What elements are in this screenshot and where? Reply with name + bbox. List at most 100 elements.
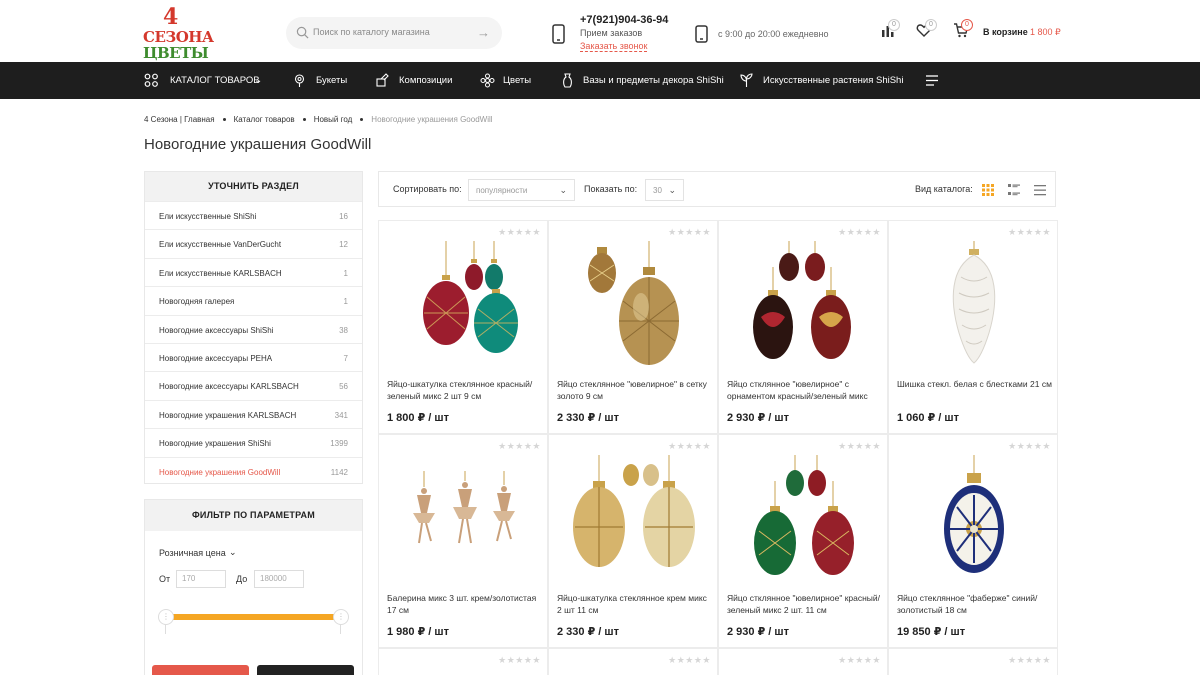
product-card[interactable]: ★★★★★ Яйцо-шкатулка стеклянное красный/з… (378, 220, 548, 434)
price-to-input[interactable]: 180000 (254, 570, 304, 588)
sort-bar: Сортировать по: популярности ⌄ Показать … (378, 171, 1056, 207)
nav-item-artificial-plants[interactable]: Искусственные растения ShiShi (763, 62, 903, 99)
chevron-down-icon[interactable]: ⌄ (254, 62, 262, 99)
product-card[interactable]: ★★★★★ Яйцо стеклянное "ювелирное" в сетк… (548, 220, 718, 434)
product-price: 1 060 ₽ / шт (897, 412, 959, 424)
product-card[interactable]: ★★★★★ Яйцо стклянное "ювелирное" красный… (718, 434, 888, 648)
product-card[interactable]: ★★★★★ (378, 648, 548, 675)
chevron-down-icon[interactable]: ⌄ (229, 547, 237, 558)
cart-label[interactable]: В корзине (983, 27, 1028, 37)
logo[interactable]: 4 СЕЗОНА ЦВЕТЫ (143, 4, 214, 62)
product-image[interactable] (729, 451, 879, 581)
sidebar-item-count: 38 (339, 325, 348, 335)
sidebar-item-label: Ели искусственные KARLSBACH (159, 268, 282, 278)
sidebar-item[interactable]: Новогодние аксессуары PEHA 7 (145, 342, 362, 371)
rating-stars: ★★★★★ (498, 655, 541, 665)
search-bar[interactable]: Поиск по каталогу магазина → (286, 17, 502, 49)
product-card[interactable]: ★★★★★ Шишка стекл. белая с блестками 21 … (888, 220, 1058, 434)
price-from-input[interactable]: 170 (176, 570, 226, 588)
search-input[interactable]: Поиск по каталогу магазина (313, 27, 430, 37)
breadcrumb-home[interactable]: 4 Сезона | Главная (144, 115, 215, 124)
product-card[interactable]: ★★★★★ Яйцо стклянное "ювелирное" с орнам… (718, 220, 888, 434)
product-name[interactable]: Яйцо стклянное "ювелирное" с орнаментом … (727, 378, 883, 402)
sidebar-item-label: Новогодняя галерея (159, 297, 235, 307)
product-card[interactable]: ★★★★★ (718, 648, 888, 675)
nav-item-bouquets[interactable]: Букеты (316, 62, 347, 99)
sidebar-item-label: Новогодние украшения GoodWill (159, 467, 281, 477)
product-name[interactable]: Яйцо стклянное "ювелирное" красный/зелен… (727, 592, 883, 616)
price-slider-track[interactable] (165, 614, 341, 620)
page-size-value: 30 (653, 186, 662, 195)
product-name[interactable]: Яйцо стеклянное "фаберже" синий/золотист… (897, 592, 1053, 616)
breadcrumb-new-year[interactable]: Новый год (314, 115, 353, 124)
phone-clock-icon (695, 25, 708, 43)
product-image[interactable] (559, 237, 709, 367)
product-price: 19 850 ₽ / шт (897, 626, 966, 638)
page-title: Новогодние украшения GoodWill (144, 136, 372, 153)
grid-view-icon[interactable] (982, 184, 994, 196)
rating-stars: ★★★★★ (838, 655, 881, 665)
cart-count: 0 (961, 19, 973, 31)
sidebar-item-count: 12 (339, 240, 348, 250)
price-slider-max-handle[interactable]: ⋮ (333, 609, 349, 625)
sort-select[interactable]: популярности ⌄ (468, 179, 575, 201)
product-image[interactable] (729, 237, 879, 367)
param-filter-title: ФИЛЬТР ПО ПАРАМЕТРАМ (145, 500, 362, 531)
sidebar-item[interactable]: Ели искусственные KARLSBACH 1 (145, 257, 362, 286)
sidebar-item-active[interactable]: Новогодние украшения GoodWill 1142 (145, 456, 362, 485)
menu-icon[interactable] (926, 75, 939, 86)
product-name[interactable]: Яйцо стеклянное "ювелирное" в сетку золо… (557, 378, 713, 402)
breadcrumb-catalog[interactable]: Каталог товаров (234, 115, 295, 124)
phone-number[interactable]: +7(921)904-36-94 (580, 14, 668, 26)
request-call-link[interactable]: Заказать звонок (580, 41, 648, 52)
product-card[interactable]: ★★★★★ (548, 648, 718, 675)
page-size-select[interactable]: 30 ⌄ (645, 179, 684, 201)
sidebar-item[interactable]: Новогодние украшения ShiShi 1399 (145, 428, 362, 456)
sidebar-item-label: Ели искусственные VanDerGucht (159, 240, 282, 250)
price-filter-toggle[interactable]: Розничная цена (159, 548, 226, 558)
nav-item-compositions[interactable]: Композиции (399, 62, 452, 99)
table-view-icon[interactable] (1034, 184, 1046, 196)
sidebar-item-count: 1142 (330, 467, 348, 477)
list-view-icon[interactable] (1008, 184, 1020, 196)
price-slider-min-handle[interactable]: ⋮ (158, 609, 174, 625)
product-name[interactable]: Яйцо-шкатулка стеклянное крем микс 2 шт … (557, 592, 713, 616)
view-mode-label: Вид каталога: (915, 184, 973, 194)
sort-value: популярности (476, 186, 528, 195)
product-name[interactable]: Шишка стекл. белая с блестками 21 см (897, 378, 1053, 390)
sidebar-item-count: 56 (339, 382, 348, 392)
breadcrumb: 4 Сезона | Главная Каталог товаров Новый г… (144, 115, 493, 124)
product-card[interactable]: ★★★★★ (888, 648, 1058, 675)
search-submit-icon[interactable]: → (477, 25, 490, 40)
product-price: 1 980 ₽ / шт (387, 626, 449, 638)
sidebar-item[interactable]: Ели искусственные ShiShi 16 (145, 201, 362, 229)
header: 4 СЕЗОНА ЦВЕТЫ Поиск по каталогу магазин… (0, 0, 1200, 62)
nav-item-flowers[interactable]: Цветы (503, 62, 531, 99)
sidebar-item-count: 1 (343, 268, 348, 278)
sidebar-item[interactable]: Новогодние аксессуары ShiShi 38 (145, 314, 362, 343)
sidebar-item[interactable]: Новогодняя галерея 1 (145, 286, 362, 314)
product-card[interactable]: ★★★★★ Балерина микс 3 шт. крем/золотиста… (378, 434, 548, 648)
sidebar-item[interactable]: Ели искусственные VanDerGucht 12 (145, 229, 362, 257)
breadcrumb-current: Новогодние украшения GoodWill (371, 115, 493, 124)
product-card[interactable]: ★★★★★ Яйцо-шкатулка стеклянное крем микс… (548, 434, 718, 648)
product-price: 2 330 ₽ / шт (557, 412, 619, 424)
product-card[interactable]: ★★★★★ Яйцо стеклянное "фаберже" синий/зо… (888, 434, 1058, 648)
product-image[interactable] (389, 237, 539, 367)
product-image[interactable] (389, 451, 539, 581)
product-price: 1 800 ₽ / шт (387, 412, 449, 424)
product-image[interactable] (899, 451, 1049, 581)
product-image[interactable] (899, 237, 1049, 367)
sidebar-item[interactable]: Новогодние аксессуары KARLSBACH 56 (145, 371, 362, 399)
price-slider-scale (165, 620, 341, 634)
nav-catalog[interactable]: КАТАЛОГ ТОВАРОВ (170, 62, 260, 99)
cart-sum[interactable]: 1 800 ₽ (1030, 27, 1061, 38)
nav-item-vases[interactable]: Вазы и предметы декора ShiShi (583, 62, 724, 99)
apply-filter-button[interactable] (152, 665, 249, 675)
product-name[interactable]: Балерина микс 3 шт. крем/золотистая 17 с… (387, 592, 543, 616)
hours-text: с 9:00 до 20:00 ежедневно (718, 29, 829, 39)
product-image[interactable] (559, 451, 709, 581)
product-name[interactable]: Яйцо-шкатулка стеклянное красный/зеленый… (387, 378, 543, 402)
sidebar-item[interactable]: Новогодние украшения KARLSBACH 341 (145, 399, 362, 428)
reset-filter-button[interactable] (257, 665, 354, 675)
